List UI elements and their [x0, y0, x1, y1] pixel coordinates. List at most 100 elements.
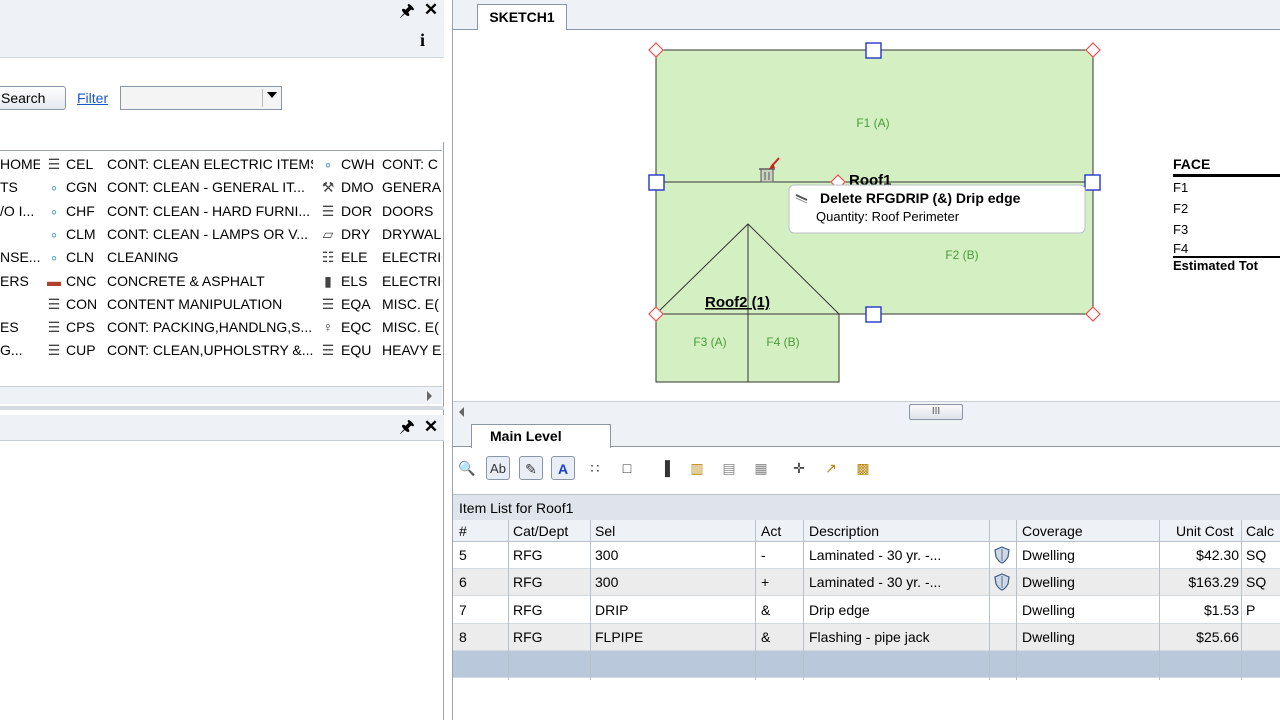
category-description[interactable]: ELECTRIC: [382, 273, 442, 289]
filter-link[interactable]: Filter: [77, 90, 108, 106]
info-icon[interactable]: i: [420, 30, 425, 51]
category-description[interactable]: DRYWAL: [382, 226, 442, 242]
column-header-unit-cost[interactable]: Unit Cost: [1176, 523, 1234, 539]
category-left-label[interactable]: NSE...: [0, 249, 40, 265]
scroll-left-icon[interactable]: [459, 407, 464, 417]
category-description[interactable]: MISC. E(: [382, 319, 442, 335]
row-calc[interactable]: P: [1246, 602, 1280, 618]
row-description[interactable]: Flashing - pipe jack: [809, 629, 969, 645]
column-header-description[interactable]: Description: [809, 523, 879, 539]
category-row[interactable]: ERS ▬ CNC CONCRETE & ASPHALT ▮ ELS ELECTRIC: [0, 270, 442, 293]
row-act[interactable]: &: [761, 629, 797, 645]
resize-handle[interactable]: [648, 174, 665, 191]
tab-main-level[interactable]: Main Level: [471, 424, 611, 448]
category-code[interactable]: CNC: [66, 273, 96, 289]
row-description[interactable]: Laminated - 30 yr. -...: [809, 547, 969, 563]
row-sel[interactable]: 300: [595, 547, 745, 563]
sketch-horizontal-scrollbar[interactable]: III: [453, 401, 1280, 421]
rectangle-icon[interactable]: □: [615, 456, 639, 480]
missing-wall-icon[interactable]: ▦: [749, 456, 773, 480]
pin-icon[interactable]: 🖈: [398, 2, 416, 20]
column-header-act[interactable]: Act: [761, 523, 781, 539]
category-code[interactable]: CLN: [66, 249, 94, 265]
category-description[interactable]: CONT: CLEAN ELECTRIC ITEMS: [107, 156, 313, 172]
opening-icon[interactable]: ▤: [717, 456, 741, 480]
row-coverage[interactable]: Dwelling: [1022, 547, 1152, 563]
category-left-label[interactable]: TS: [0, 179, 40, 195]
category-code[interactable]: ELS: [341, 273, 367, 289]
category-code[interactable]: CLM: [66, 226, 96, 242]
category-code[interactable]: EQC: [341, 319, 371, 335]
row-sel[interactable]: DRIP: [595, 602, 745, 618]
filter-dropdown[interactable]: [120, 86, 282, 110]
stairs-icon[interactable]: ↗: [819, 456, 843, 480]
annotation-icon[interactable]: A: [551, 456, 575, 480]
row-description[interactable]: Laminated - 30 yr. -...: [809, 574, 969, 590]
row-number[interactable]: 5: [459, 547, 499, 563]
row-act[interactable]: &: [761, 602, 797, 618]
new-item-row[interactable]: [453, 651, 1280, 679]
category-code[interactable]: DOR: [341, 203, 372, 219]
row-description[interactable]: Drip edge: [809, 602, 969, 618]
category-code[interactable]: EQA: [341, 296, 371, 312]
category-code[interactable]: DMO: [341, 179, 374, 195]
close-icon[interactable]: ✕: [422, 1, 440, 19]
category-description[interactable]: CONCRETE & ASPHALT: [107, 273, 313, 289]
row-unit-cost[interactable]: $1.53: [1163, 602, 1239, 618]
sketch-canvas[interactable]: F1 (A) F2 (B) F3 (A) F4 (B) Roof1 Roof2 …: [453, 30, 1280, 400]
pane-divider[interactable]: [0, 406, 444, 410]
search-button[interactable]: Search: [0, 86, 66, 110]
column-header-coverage[interactable]: Coverage: [1022, 523, 1083, 539]
category-row[interactable]: NSE... ∘ CLN CLEANING ☷ ELE ELECTRIC: [0, 246, 442, 269]
row-sel[interactable]: FLPIPE: [595, 629, 745, 645]
category-left-label[interactable]: HOME: [0, 156, 40, 172]
row-coverage[interactable]: Dwelling: [1022, 574, 1152, 590]
scroll-right-icon[interactable]: [427, 391, 432, 401]
category-description[interactable]: CONT: CLEAN - LAMPS OR V...: [107, 226, 313, 242]
door-icon[interactable]: ▐: [653, 456, 677, 480]
category-description[interactable]: HEAVY E: [382, 342, 442, 358]
category-left-label[interactable]: ERS: [0, 273, 40, 289]
row-sel[interactable]: 300: [595, 574, 745, 590]
category-description[interactable]: CONT: CLEAN - GENERAL IT...: [107, 179, 313, 195]
text-label-icon[interactable]: Ab: [486, 456, 510, 480]
chevron-down-icon[interactable]: [267, 92, 277, 98]
category-code[interactable]: CPS: [66, 319, 95, 335]
row-coverage[interactable]: Dwelling: [1022, 602, 1152, 618]
zoom-icon[interactable]: 🔍: [455, 456, 479, 480]
category-description[interactable]: GENERA: [382, 179, 442, 195]
column-header-calc[interactable]: Calc: [1246, 523, 1274, 539]
category-description[interactable]: MISC. E(: [382, 296, 442, 312]
row-unit-cost[interactable]: $163.29: [1163, 574, 1239, 590]
row-act[interactable]: -: [761, 547, 797, 563]
table-row[interactable]: 8 RFG FLPIPE & Flashing - pipe jack Dwelling $…: [453, 623, 1280, 651]
category-left-label[interactable]: G...: [0, 342, 40, 358]
grid-dots-icon[interactable]: ∷: [583, 456, 607, 480]
category-left-label[interactable]: ES: [0, 319, 40, 335]
split-icon[interactable]: ✛: [787, 456, 811, 480]
fence-icon[interactable]: ▩: [851, 456, 875, 480]
category-description[interactable]: CLEANING: [107, 249, 313, 265]
table-row[interactable]: 6 RFG 300 + Laminated - 30 yr. -... Dwelling $…: [453, 569, 1280, 597]
category-code[interactable]: CON: [66, 296, 97, 312]
category-row[interactable]: ∘ CLM CONT: CLEAN - LAMPS OR V... ▱ DRY DRYWA…: [0, 223, 442, 246]
row-coverage[interactable]: Dwelling: [1022, 629, 1152, 645]
row-act[interactable]: +: [761, 574, 797, 590]
pin-icon[interactable]: 🖈: [398, 418, 416, 436]
row-number[interactable]: 7: [459, 602, 499, 618]
roof-sketch[interactable]: F1 (A) F2 (B) F3 (A) F4 (B) Roof1 Roof2 …: [453, 30, 1280, 400]
category-code[interactable]: CWH: [341, 156, 374, 172]
tab-sketch1[interactable]: SKETCH1: [477, 4, 567, 31]
category-horizontal-scrollbar[interactable]: [0, 386, 442, 404]
column-header-num[interactable]: #: [459, 523, 467, 539]
resize-handle[interactable]: [865, 306, 882, 323]
category-row[interactable]: G... ☰ CUP CONT: CLEAN,UPHOLSTRY &... ☰ EQU HE…: [0, 339, 442, 362]
category-description[interactable]: CONT: CLEAN,UPHOLSTRY &...: [107, 342, 313, 358]
category-description[interactable]: DOORS: [382, 203, 442, 219]
category-description[interactable]: CONT: CLEAN - HARD FURNI...: [107, 203, 313, 219]
category-row[interactable]: ☰ CON CONTENT MANIPULATION ☰ EQA MISC. E(: [0, 293, 442, 316]
category-code[interactable]: CUP: [66, 342, 96, 358]
category-code[interactable]: CHF: [66, 203, 95, 219]
row-number[interactable]: 8: [459, 629, 499, 645]
resize-handle[interactable]: [1084, 174, 1101, 191]
